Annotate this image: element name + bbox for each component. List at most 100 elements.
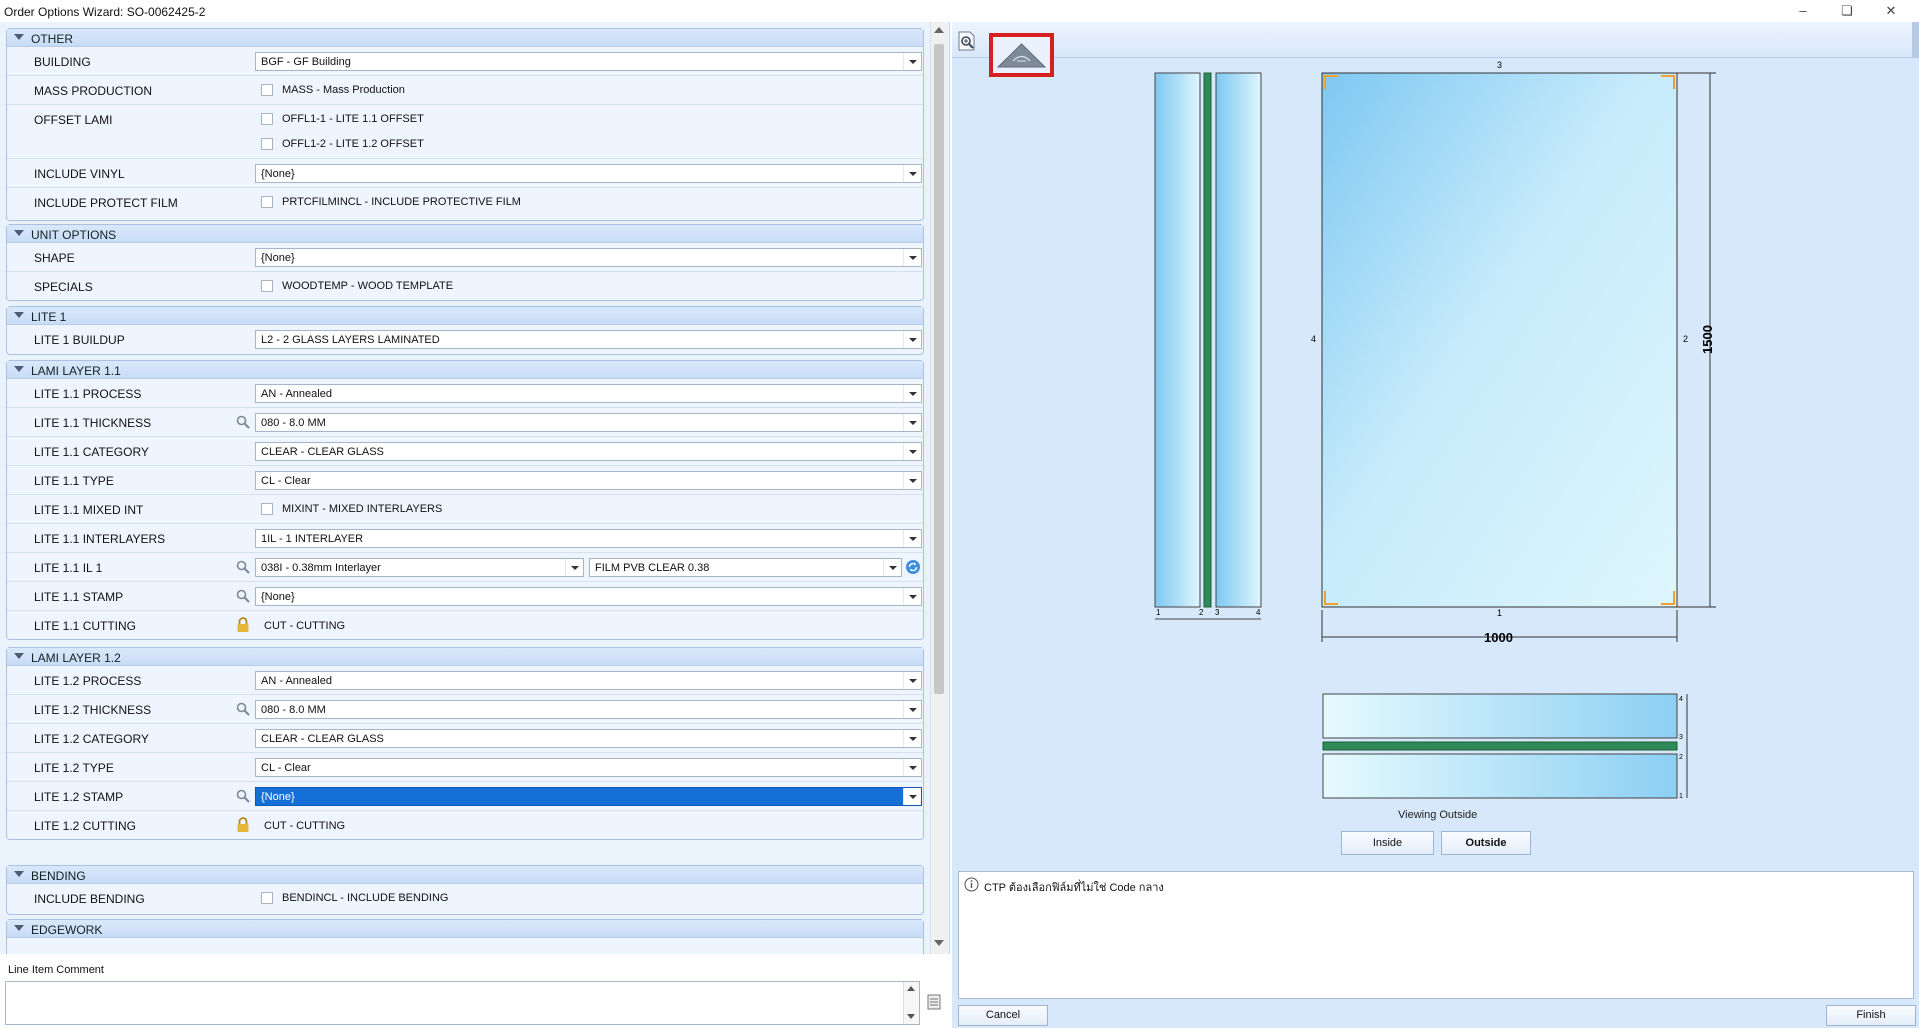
combo-value: {None} — [261, 168, 295, 180]
scroll-down-icon[interactable] — [934, 940, 944, 946]
finish-button[interactable]: Finish — [1826, 1005, 1916, 1026]
search-icon[interactable] — [236, 789, 250, 803]
close-icon[interactable]: ✕ — [1878, 2, 1904, 20]
mass-production-checkbox[interactable] — [261, 84, 273, 96]
lite1-buildup-combo[interactable]: L2 - 2 GLASS LAYERS LAMINATED — [255, 330, 922, 349]
side-interlayer — [1203, 72, 1212, 608]
top-section-view: 4 3 2 1 — [1322, 693, 1688, 800]
offset-lami-2-checkbox[interactable] — [261, 138, 273, 150]
search-icon[interactable] — [236, 702, 250, 716]
scroll-up-icon[interactable] — [907, 986, 915, 991]
inside-button[interactable]: Inside — [1341, 831, 1434, 855]
mixed-int-checkbox[interactable] — [261, 503, 273, 515]
collapse-triangle-icon[interactable] — [14, 34, 24, 40]
lite11-category-combo[interactable]: CLEAR - CLEAR GLASS — [255, 442, 922, 461]
group-title: UNIT OPTIONS — [31, 228, 117, 242]
include-bending-checkbox[interactable] — [261, 892, 273, 904]
dropdown-arrow-icon[interactable] — [903, 472, 921, 489]
scroll-down-icon[interactable] — [907, 1014, 915, 1019]
group-lami12-header[interactable]: LAMI LAYER 1.2 — [7, 648, 923, 666]
dropdown-arrow-icon[interactable] — [883, 559, 901, 576]
field-label: LITE 1.1 THICKNESS — [34, 416, 152, 430]
search-icon[interactable] — [236, 589, 250, 603]
row-lite12-thickness: LITE 1.2 THICKNESS 080 - 8.0 MM — [7, 695, 923, 724]
outside-button[interactable]: Outside — [1441, 831, 1531, 855]
lite11-process-combo[interactable]: AN - Annealed — [255, 384, 922, 403]
group-other-header[interactable]: OTHER — [7, 29, 923, 47]
checkbox-label: MIXINT - MIXED INTERLAYERS — [282, 503, 443, 515]
group-lami11-header[interactable]: LAMI LAYER 1.1 — [7, 361, 923, 379]
collapse-triangle-icon[interactable] — [14, 653, 24, 659]
group-unit-options-header[interactable]: UNIT OPTIONS — [7, 225, 923, 243]
field-label: LITE 1.2 CUTTING — [34, 819, 137, 833]
comment-scrollbar[interactable] — [903, 982, 919, 1024]
scroll-thumb[interactable] — [934, 44, 944, 694]
lite11-thickness-combo[interactable]: 080 - 8.0 MM — [255, 413, 922, 432]
side-label-3: 3 — [1215, 608, 1220, 617]
group-lite1-header[interactable]: LITE 1 — [7, 307, 923, 325]
notes-icon[interactable] — [926, 994, 942, 1010]
dropdown-arrow-icon[interactable] — [903, 53, 921, 70]
dropdown-arrow-icon[interactable] — [903, 331, 921, 348]
lite12-stamp-combo[interactable]: {None} — [255, 787, 922, 806]
dropdown-arrow-icon[interactable] — [903, 165, 921, 182]
dropdown-arrow-icon[interactable] — [903, 385, 921, 402]
dropdown-arrow-icon[interactable] — [565, 559, 583, 576]
dropdown-arrow-icon[interactable] — [903, 414, 921, 431]
row-lite11-mixed-int: LITE 1.1 MIXED INT MIXINT - MIXED INTERL… — [7, 495, 923, 524]
dropdown-arrow-icon[interactable] — [903, 788, 921, 805]
scroll-up-icon[interactable] — [934, 27, 944, 33]
collapse-triangle-icon[interactable] — [14, 925, 24, 931]
dropdown-arrow-icon[interactable] — [903, 730, 921, 747]
dropdown-arrow-icon[interactable] — [903, 759, 921, 776]
combo-value: CLEAR - CLEAR GLASS — [261, 446, 384, 458]
lite12-type-combo[interactable]: CL - Clear — [255, 758, 922, 777]
dropdown-arrow-icon[interactable] — [903, 701, 921, 718]
building-combo[interactable]: BGF - GF Building — [255, 52, 922, 71]
form-scrollbar[interactable] — [930, 22, 946, 954]
dropdown-arrow-icon[interactable] — [903, 249, 921, 266]
dropdown-arrow-icon[interactable] — [903, 672, 921, 689]
restore-icon[interactable]: ❏ — [1834, 2, 1860, 20]
shape-combo[interactable]: {None} — [255, 248, 922, 267]
field-label: LITE 1.1 CATEGORY — [34, 445, 149, 459]
lite11-il1-film-combo[interactable]: FILM PVB CLEAR 0.38 — [589, 558, 902, 577]
collapse-triangle-icon[interactable] — [14, 366, 24, 372]
group-edgework-header[interactable]: EDGEWORK — [7, 920, 923, 938]
dropdown-arrow-icon[interactable] — [903, 443, 921, 460]
line-item-comment-input[interactable] — [5, 981, 920, 1025]
cancel-button[interactable]: Cancel — [958, 1005, 1048, 1026]
collapse-triangle-icon[interactable] — [14, 312, 24, 318]
refresh-icon[interactable] — [905, 559, 921, 575]
edge-label-top: 3 — [1497, 60, 1502, 70]
lite11-type-combo[interactable]: CL - Clear — [255, 471, 922, 490]
lite12-process-combo[interactable]: AN - Annealed — [255, 671, 922, 690]
row-lite1-buildup: LITE 1 BUILDUP L2 - 2 GLASS LAYERS LAMIN… — [7, 325, 923, 354]
include-vinyl-combo[interactable]: {None} — [255, 164, 922, 183]
minimize-icon[interactable]: – — [1790, 2, 1816, 20]
shape-view-button[interactable] — [989, 33, 1054, 77]
combo-value: CLEAR - CLEAR GLASS — [261, 733, 384, 745]
lite12-category-combo[interactable]: CLEAR - CLEAR GLASS — [255, 729, 922, 748]
search-icon[interactable] — [236, 560, 250, 574]
group-lami-layer-1-1: LAMI LAYER 1.1 LITE 1.1 PROCESS AN - Ann… — [6, 360, 924, 640]
field-label: INCLUDE BENDING — [34, 892, 145, 906]
dropdown-arrow-icon[interactable] — [903, 530, 921, 547]
search-icon[interactable] — [236, 415, 250, 429]
protect-film-checkbox[interactable] — [261, 196, 273, 208]
lite11-interlayers-combo[interactable]: 1IL - 1 INTERLAYER — [255, 529, 922, 548]
collapse-triangle-icon[interactable] — [14, 230, 24, 236]
field-label: LITE 1.2 THICKNESS — [34, 703, 152, 717]
combo-value: AN - Annealed — [261, 388, 332, 400]
offset-lami-1-checkbox[interactable] — [261, 113, 273, 125]
field-label: LITE 1.1 CUTTING — [34, 619, 137, 633]
lite12-thickness-combo[interactable]: 080 - 8.0 MM — [255, 700, 922, 719]
lite11-stamp-combo[interactable]: {None} — [255, 587, 922, 606]
top-label-4: 4 — [1679, 696, 1683, 703]
checkbox-label: OFFL1-2 - LITE 1.2 OFFSET — [282, 138, 424, 150]
lite11-il1-combo[interactable]: 038I - 0.38mm Interlayer — [255, 558, 584, 577]
group-bending-header[interactable]: BENDING — [7, 866, 923, 884]
dropdown-arrow-icon[interactable] — [903, 588, 921, 605]
wood-template-checkbox[interactable] — [261, 280, 273, 292]
collapse-triangle-icon[interactable] — [14, 871, 24, 877]
